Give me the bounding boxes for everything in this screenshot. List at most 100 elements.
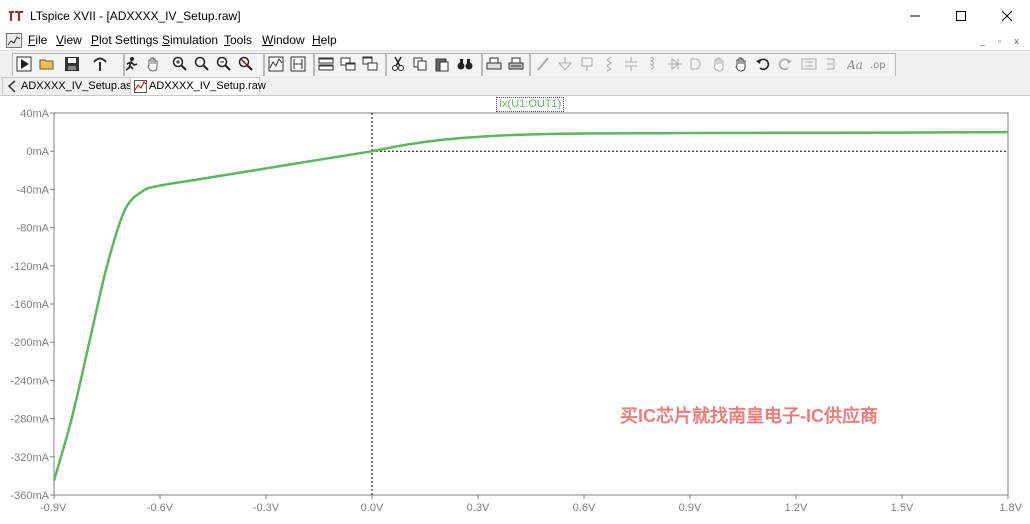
halt-icon [125,57,138,71]
move-button[interactable] [709,54,729,74]
minimize-icon [910,15,920,17]
control-panel-button[interactable] [90,54,110,74]
y-tick-label: -240mA [10,375,49,387]
menu-window[interactable]: Window [262,33,305,47]
tile-horizontal-button[interactable] [316,54,336,74]
plot-frame [53,112,1009,496]
tab-waveform[interactable]: ADXXXX_IV_Setup.raw [130,77,266,95]
zoom-out-button[interactable] [214,54,234,74]
y-tick-label: -120mA [10,261,49,273]
x-tick-label: -0.9V [40,502,67,514]
find-icon [457,59,473,70]
menu-simulation[interactable]: Simulation [162,33,218,47]
menu-view[interactable]: View [56,33,82,47]
wire-button[interactable] [533,54,553,74]
ground-button[interactable] [555,54,575,74]
find-button[interactable] [455,54,475,74]
menu-help[interactable]: Help [312,33,337,47]
spice-directive-button[interactable]: .op [868,54,888,74]
label-button[interactable] [577,54,597,74]
minimize-button[interactable] [892,0,938,32]
svg-text:.op: .op [870,60,886,71]
x-tick-label: 1.8V [999,502,1022,514]
halt-button[interactable] [121,54,141,74]
drag-icon [735,57,746,72]
zoom-fit-icon [238,56,253,71]
title-bar: LTspice XVII - [ADXXXX_IV_Setup.raw] [0,0,1030,32]
rotate-icon [801,58,817,70]
zoom-in-icon [172,56,187,71]
tile-vertical-button[interactable] [338,54,358,74]
autorange-button[interactable] [266,54,286,74]
drag-button[interactable] [731,54,751,74]
print-button[interactable] [484,54,504,74]
x-tick-label: 1.2V [785,502,808,514]
text-icon: Aa [847,58,863,72]
undo-button[interactable] [753,54,773,74]
zoom-in-button[interactable] [170,54,190,74]
y-tick-label: -200mA [10,337,49,349]
paste-button[interactable] [432,54,452,74]
x-tick-label: 0.9V [679,502,702,514]
tab-waveform-label: ADXXXX_IV_Setup.raw [149,80,266,92]
waveform-plot-pane[interactable]: 40mA 0mA -40mA -80mA -120mA -160mA -200mA -240m… [0,96,1030,524]
tab-schematic[interactable]: ADXXXX_IV_Setup.asc [2,77,138,95]
tile-vertical-icon [340,57,356,71]
print-icon [486,57,502,70]
spice-directive-icon: .op [870,60,886,71]
menu-tools[interactable]: Tools [224,33,252,47]
open-button[interactable] [37,54,57,74]
component-button[interactable] [687,54,707,74]
label-icon [581,57,593,71]
print-setup-button[interactable] [506,54,526,74]
zoom-area-button[interactable] [192,54,212,74]
waveform-chart[interactable]: 40mA 0mA -40mA -80mA -120mA -160mA -200mA -240m… [0,96,1030,524]
x-tick-label: 1.5V [891,502,914,514]
x-tick-label: -0.6V [147,502,174,514]
menu-file[interactable]: File [28,33,47,47]
cut-button[interactable] [388,54,408,74]
mdi-restore-button[interactable]: ▫ [993,35,1006,47]
close-button[interactable] [984,0,1030,32]
rotate-button[interactable] [799,54,819,74]
resistor-button[interactable] [599,54,619,74]
inductor-icon [649,56,654,70]
y-tick-label: -40mA [17,184,50,196]
y-tick-label: -80mA [17,223,50,235]
capacitor-button[interactable] [621,54,641,74]
y-tick-label: 40mA [20,108,49,120]
x-tick-label: -0.3V [253,502,280,514]
svg-text:Aa: Aa [847,58,863,72]
ground-icon [557,57,573,71]
print-setup-icon [508,57,524,70]
schematic-view-icon [290,56,306,72]
tab-schematic-label: ADXXXX_IV_Setup.asc [21,80,138,92]
y-tick-label: -280mA [10,414,49,426]
window-title: LTspice XVII - [ADXXXX_IV_Setup.raw] [30,9,241,23]
run-button[interactable] [14,54,34,74]
redo-button[interactable] [775,54,795,74]
control-panel-icon [93,57,107,71]
trace-label[interactable]: Ix(U1:OUT1) [496,97,565,112]
text-button[interactable]: Aa [845,54,865,74]
redo-icon [778,58,792,71]
diode-button[interactable] [665,54,685,74]
mirror-button[interactable] [822,54,842,74]
diode-icon [668,57,682,71]
zoom-fit-button[interactable] [236,54,256,74]
copy-button[interactable] [410,54,430,74]
document-icon[interactable] [6,33,22,48]
y-tick-label: 0mA [26,146,49,158]
pan-button[interactable] [143,54,163,74]
close-icon [1001,10,1013,22]
maximize-button[interactable] [938,0,984,32]
mdi-minimize-button[interactable]: _ [976,35,989,47]
zoom-area-icon [194,56,209,71]
menu-plot-settings[interactable]: Plot Settings [91,33,158,47]
save-button[interactable] [62,54,82,74]
schematic-view-button[interactable] [288,54,308,74]
inductor-button[interactable] [643,54,663,74]
mdi-close-button[interactable]: x [1010,35,1023,47]
save-icon [65,57,79,71]
cascade-button[interactable] [360,54,380,74]
